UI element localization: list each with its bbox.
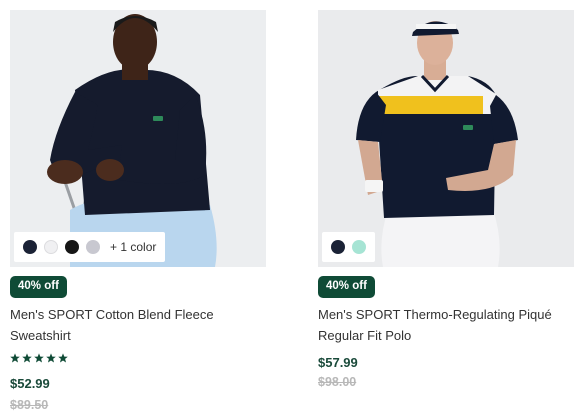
- product-image[interactable]: + 1 color: [10, 10, 266, 267]
- star-icon: [34, 353, 44, 363]
- product-photo-polo: [318, 10, 574, 267]
- star-icon: [58, 353, 68, 363]
- more-colors-link[interactable]: + 1 color: [110, 240, 156, 254]
- discount-badge: 40% off: [10, 276, 67, 298]
- original-price: $98.00: [318, 375, 357, 389]
- sale-price: $57.99: [318, 355, 358, 370]
- discount-badge: 40% off: [318, 276, 375, 298]
- swatch-mint[interactable]: [352, 240, 366, 254]
- star-icon: [10, 353, 20, 363]
- sale-price: $52.99: [10, 376, 50, 391]
- product-image[interactable]: [318, 10, 574, 267]
- swatch-navy[interactable]: [23, 240, 37, 254]
- star-icon: [22, 353, 32, 363]
- product-title[interactable]: Men's SPORT Thermo-Regulating Piqué Regu…: [318, 304, 570, 346]
- original-price: $89.50: [10, 398, 49, 412]
- product-card[interactable]: 40% off Men's SPORT Thermo-Regulating Pi…: [318, 10, 574, 389]
- product-photo-sweatshirt: [10, 10, 266, 267]
- color-swatches[interactable]: [322, 232, 375, 262]
- star-icon: [46, 353, 56, 363]
- product-title[interactable]: Men's SPORT Cotton Blend Fleece Sweatshi…: [10, 304, 262, 346]
- swatch-grey[interactable]: [86, 240, 100, 254]
- swatch-black[interactable]: [65, 240, 79, 254]
- color-swatches[interactable]: + 1 color: [14, 232, 166, 262]
- swatch-navy[interactable]: [331, 240, 345, 254]
- swatch-white[interactable]: [44, 240, 58, 254]
- rating-stars: [10, 353, 68, 363]
- product-card[interactable]: + 1 color 40% off Men's SPORT Cotton Ble…: [10, 10, 266, 412]
